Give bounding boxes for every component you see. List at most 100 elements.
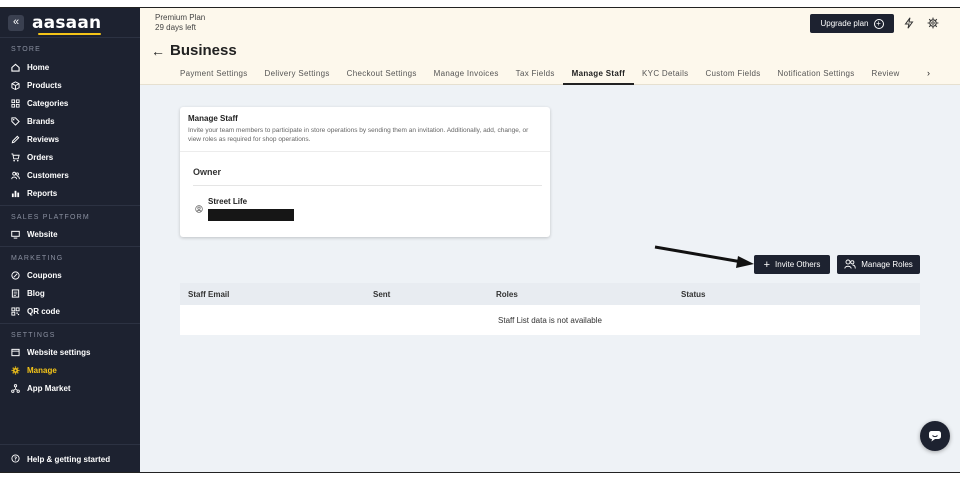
invite-others-label: Invite Others	[775, 260, 821, 269]
card-description: Invite your team members to participate …	[188, 127, 529, 143]
main-content: Manage Staff Invite your team members to…	[140, 85, 960, 472]
plan-info: Premium Plan 29 days left	[155, 13, 205, 33]
upgrade-plan-button[interactable]: Upgrade plan +	[810, 14, 894, 33]
plan-days-left: 29 days left	[155, 23, 196, 32]
sidebar-item-label: Reviews	[27, 134, 60, 144]
owner-heading: Owner	[193, 167, 222, 177]
divider	[193, 185, 542, 186]
collapse-sidebar-button[interactable]: «	[8, 14, 24, 31]
back-arrow-icon[interactable]: ←	[151, 43, 165, 59]
sidebar-item-app-market[interactable]: App Market	[0, 379, 140, 397]
sidebar: « aasaan STORE Home Products Categories …	[0, 8, 140, 472]
gear-icon	[11, 366, 20, 375]
lightning-icon[interactable]	[903, 17, 915, 29]
chat-icon	[929, 431, 941, 442]
tab-notification-settings[interactable]: Notification Settings	[769, 69, 863, 85]
app-window: « aasaan STORE Home Products Categories …	[0, 7, 960, 473]
invite-others-button[interactable]: + Invite Others	[754, 255, 830, 274]
coupon-icon	[11, 270, 20, 280]
sidebar-item-customers[interactable]: Customers	[0, 166, 140, 184]
sidebar-item-coupons[interactable]: Coupons	[0, 266, 140, 284]
sidebar-item-reports[interactable]: Reports	[0, 184, 140, 202]
tag-icon	[11, 116, 20, 126]
cart-icon	[11, 152, 20, 162]
section-settings-label: SETTINGS	[0, 323, 140, 343]
users-icon	[844, 259, 856, 271]
logo-underline	[38, 32, 102, 35]
column-header-staff-email: Staff Email	[188, 290, 230, 299]
redacted-email	[208, 209, 294, 221]
section-marketing-label: MARKETING	[0, 246, 140, 266]
sidebar-item-products[interactable]: Products	[0, 76, 140, 94]
plan-name: Premium Plan	[155, 13, 206, 22]
manage-staff-card: Manage Staff Invite your team members to…	[180, 107, 550, 237]
tab-payment-settings[interactable]: Payment Settings	[180, 69, 256, 85]
column-header-status: Status	[681, 290, 706, 299]
bar-chart-icon	[11, 189, 20, 198]
sidebar-item-categories[interactable]: Categories	[0, 94, 140, 112]
help-label: Help & getting started	[27, 455, 111, 464]
sidebar-item-label: Website	[27, 229, 58, 239]
tab-manage-staff[interactable]: Manage Staff	[563, 69, 634, 85]
document-icon	[11, 288, 20, 298]
sidebar-item-label: Customers	[27, 170, 69, 180]
sidebar-item-brands[interactable]: Brands	[0, 112, 140, 130]
home-icon	[11, 63, 20, 72]
chevron-right-icon[interactable]: ›	[927, 68, 930, 78]
sidebar-item-label: Blog	[27, 288, 45, 298]
help-icon: ?	[11, 454, 20, 465]
upgrade-plan-label: Upgrade plan	[820, 19, 869, 28]
brand-logo[interactable]: aasaan	[32, 12, 102, 35]
sidebar-item-label: Manage	[27, 365, 57, 375]
section-store-label: STORE	[11, 46, 41, 53]
svg-text:?: ?	[14, 457, 17, 463]
column-header-sent: Sent	[373, 290, 391, 299]
sidebar-item-reviews[interactable]: Reviews	[0, 130, 140, 148]
table-header: Staff Email Sent Roles Status	[180, 283, 920, 305]
manage-roles-button[interactable]: Manage Roles	[837, 255, 920, 274]
card-header: Manage Staff Invite your team members to…	[180, 107, 550, 152]
top-header: Premium Plan 29 days left Upgrade plan +…	[140, 8, 960, 85]
sidebar-item-orders[interactable]: Orders	[0, 148, 140, 166]
sidebar-item-label: Orders	[27, 152, 54, 162]
sidebar-item-blog[interactable]: Blog	[0, 284, 140, 302]
sidebar-item-label: Reports	[27, 188, 58, 198]
logo-text: aasaan	[32, 12, 102, 33]
settings-gear-icon[interactable]	[927, 17, 939, 29]
sidebar-item-label: Products	[27, 80, 62, 90]
tab-delivery-settings[interactable]: Delivery Settings	[256, 69, 338, 85]
sidebar-item-website-settings[interactable]: Website settings	[0, 343, 140, 361]
empty-state-message: Staff List data is not available	[498, 315, 602, 325]
manage-roles-label: Manage Roles	[861, 260, 913, 269]
help-link[interactable]: ? Help & getting started	[0, 444, 140, 472]
sidebar-item-label: Categories	[27, 98, 69, 108]
logo-row: « aasaan	[0, 8, 140, 38]
qr-icon	[11, 306, 20, 316]
users-icon	[11, 171, 20, 180]
settings-tabs: Payment Settings Delivery Settings Check…	[180, 69, 908, 85]
tab-custom-fields[interactable]: Custom Fields	[697, 69, 769, 85]
plus-icon: +	[763, 258, 771, 271]
tab-tax-fields[interactable]: Tax Fields	[507, 69, 563, 85]
tab-kyc-details[interactable]: KYC Details	[634, 69, 697, 85]
sidebar-item-website[interactable]: Website	[0, 225, 140, 243]
pen-icon	[11, 135, 20, 144]
card-title: Manage Staff	[188, 114, 238, 123]
page-title: Business	[170, 42, 237, 59]
staff-table: Staff Email Sent Roles Status Staff List…	[180, 283, 920, 335]
page-title-row: ← Business	[151, 42, 237, 59]
plus-circle-icon: +	[873, 18, 884, 29]
sidebar-item-manage[interactable]: Manage	[0, 361, 140, 379]
owner-entry: Street Life	[195, 197, 294, 221]
sidebar-item-home[interactable]: Home	[0, 58, 140, 76]
tab-manage-invoices[interactable]: Manage Invoices	[425, 69, 507, 85]
box-icon	[11, 80, 20, 90]
tab-checkout-settings[interactable]: Checkout Settings	[338, 69, 425, 85]
monitor-icon	[11, 230, 20, 239]
user-circle-icon	[195, 200, 203, 218]
browser-icon	[11, 348, 20, 357]
chat-support-button[interactable]	[920, 421, 950, 451]
tab-review[interactable]: Review	[863, 69, 908, 85]
sidebar-item-qr-code[interactable]: QR code	[0, 302, 140, 320]
section-sales-platform-label: SALES PLATFORM	[0, 205, 140, 225]
